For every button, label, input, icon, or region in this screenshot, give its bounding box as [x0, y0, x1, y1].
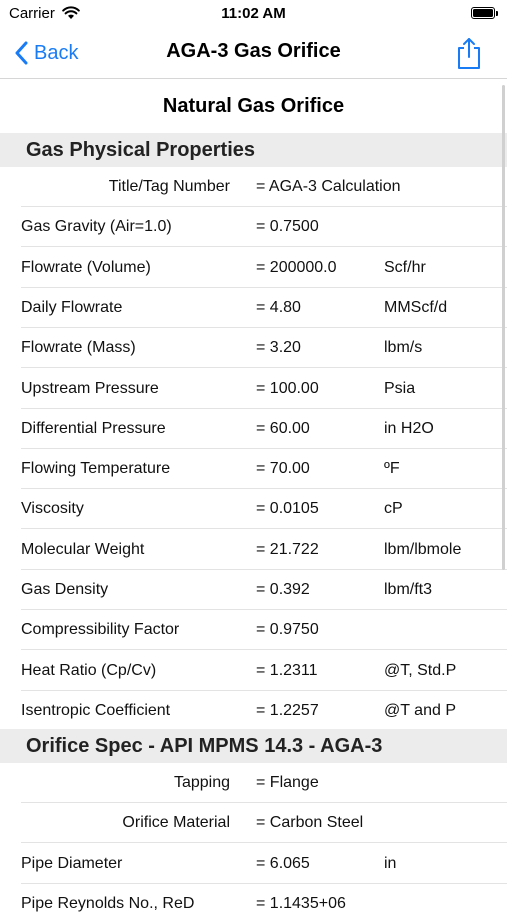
row-label: Viscosity: [21, 500, 84, 517]
row-label: Compressibility Factor: [21, 621, 180, 638]
row-label: Molecular Weight: [21, 541, 145, 558]
row-label: Pipe Reynolds No., ReD: [21, 895, 195, 912]
row-label: Heat Ratio (Cp/Cv): [21, 662, 157, 679]
property-row[interactable]: Daily Flowrate = 4.80 MMScf/d: [0, 288, 507, 328]
row-unit: MMScf/d: [384, 299, 448, 316]
row-label: Pipe Diameter: [21, 855, 123, 872]
row-value: = 1.1435+06: [256, 895, 346, 912]
property-row[interactable]: Gas Density = 0.392 lbm/ft3: [0, 570, 507, 610]
row-divider: [21, 649, 507, 650]
battery-icon: [471, 7, 499, 20]
row-value: = 100.00: [256, 380, 319, 397]
row-value: = 0.392: [256, 581, 310, 598]
share-button[interactable]: [454, 36, 484, 70]
property-row[interactable]: Flowrate (Volume) = 200000.0 Scf/hr: [0, 248, 507, 288]
property-row[interactable]: Flowrate (Mass) = 3.20 lbm/s: [0, 328, 507, 368]
row-divider: [21, 246, 507, 247]
row-value: = 1.2311: [256, 662, 318, 679]
scroll-indicator: [502, 85, 505, 570]
row-divider: [21, 842, 507, 843]
property-row[interactable]: Heat Ratio (Cp/Cv) = 1.2311 @T, Std.P: [0, 651, 507, 691]
row-label: Isentropic Coefficient: [21, 702, 171, 719]
status-time: 11:02 AM: [221, 5, 286, 22]
row-unit: @T, Std.P: [384, 662, 457, 679]
row-value: = 200000.0: [256, 259, 337, 276]
row-label: Tapping: [173, 774, 230, 791]
row-unit: @T and P: [384, 702, 456, 719]
row-value: = AGA-3 Calculation: [256, 178, 401, 195]
property-row[interactable]: Gas Gravity (Air=1.0) = 0.7500: [0, 207, 507, 247]
row-unit: Scf/hr: [384, 259, 426, 276]
row-value: = 0.0105: [256, 500, 319, 517]
row-unit: ºF: [384, 460, 400, 477]
property-row[interactable]: Molecular Weight = 21.722 lbm/lbmole: [0, 530, 507, 570]
row-value: = 6.065: [256, 855, 310, 872]
property-row[interactable]: Differential Pressure = 60.00 in H2O: [0, 409, 507, 449]
row-divider: [21, 528, 507, 529]
row-label: Title/Tag Number: [108, 178, 230, 195]
section-header: Orifice Spec - API MPMS 14.3 - AGA-3: [0, 729, 507, 764]
property-row[interactable]: Upstream Pressure = 100.00 Psia: [0, 369, 507, 409]
row-label: Differential Pressure: [21, 420, 166, 437]
property-row[interactable]: Compressibility Factor = 0.9750: [0, 610, 507, 650]
row-unit: in: [384, 855, 397, 872]
row-value: = Carbon Steel: [256, 814, 364, 831]
section-header: Gas Physical Properties: [0, 133, 507, 167]
row-unit: lbm/lbmole: [384, 541, 462, 558]
property-row[interactable]: Viscosity = 0.0105 cP: [0, 489, 507, 529]
row-value: = 1.2257: [256, 702, 319, 719]
row-unit: Psia: [384, 380, 416, 397]
row-unit: lbm/ft3: [384, 581, 433, 598]
row-value: = 70.00: [256, 460, 310, 477]
navigation-bar: Back AGA-3 Gas Orifice: [0, 28, 507, 79]
row-value: = 4.80: [256, 299, 301, 316]
share-icon: [458, 38, 480, 69]
row-label: Flowrate (Mass): [21, 339, 136, 356]
page-title: Natural Gas Orifice: [162, 95, 345, 117]
status-bar: Carrier 11:02 AM: [0, 0, 507, 28]
property-row[interactable]: Pipe Reynolds No., ReD = 1.1435+06: [0, 884, 507, 924]
property-row[interactable]: Flowing Temperature = 70.00 ºF: [0, 449, 507, 489]
row-value: = 3.20: [256, 339, 301, 356]
row-label: Flowing Temperature: [21, 460, 171, 477]
property-row[interactable]: Orifice Material = Carbon Steel: [0, 803, 507, 843]
property-row[interactable]: Pipe Diameter = 6.065 in: [0, 844, 507, 884]
row-divider: [21, 367, 507, 368]
row-value: = 0.7500: [256, 218, 319, 235]
row-value: = 0.9750: [256, 621, 319, 638]
row-value: = Flange: [256, 774, 319, 791]
row-value: = 60.00: [256, 420, 310, 437]
property-row[interactable]: Tapping = Flange: [0, 763, 507, 803]
row-label: Gas Density: [21, 581, 109, 598]
row-label: Upstream Pressure: [21, 380, 159, 397]
row-value: = 21.722: [256, 541, 319, 558]
property-row[interactable]: Title/Tag Number = AGA-3 Calculation: [0, 167, 507, 207]
row-label: Flowrate (Volume): [21, 259, 151, 276]
row-label: Gas Gravity (Air=1.0): [21, 218, 172, 235]
row-unit: cP: [384, 500, 403, 517]
row-unit: in H2O: [384, 420, 434, 437]
row-label: Daily Flowrate: [21, 299, 123, 316]
property-row[interactable]: Isentropic Coefficient = 1.2257 @T and P: [0, 691, 507, 731]
row-unit: lbm/s: [384, 339, 423, 356]
nav-title: AGA-3 Gas Orifice: [166, 40, 341, 62]
row-label: Orifice Material: [122, 814, 230, 831]
